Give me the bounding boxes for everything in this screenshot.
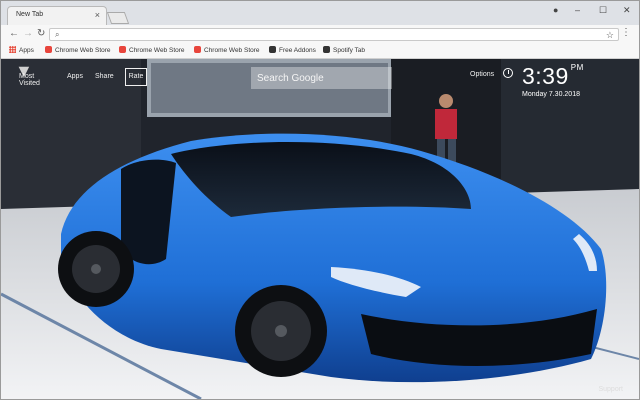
tab-new-tab[interactable]: New Tab × bbox=[7, 6, 107, 25]
bookmark-chrome-web-store-1[interactable]: Chrome Web Store bbox=[45, 46, 111, 55]
reload-icon[interactable]: ↻ bbox=[37, 28, 45, 40]
maximize-icon[interactable]: ☐ bbox=[599, 4, 607, 16]
address-bar[interactable]: ⌕ ☆ bbox=[49, 28, 619, 41]
minimize-icon[interactable]: – bbox=[575, 4, 580, 16]
bookmark-label: Chrome Web Store bbox=[129, 47, 185, 54]
chrome-web-store-icon bbox=[194, 46, 201, 53]
forward-icon[interactable]: → bbox=[23, 28, 33, 40]
bookmark-star-icon[interactable]: ☆ bbox=[606, 29, 614, 41]
background-car-photo bbox=[1, 59, 639, 399]
chrome-web-store-icon bbox=[119, 46, 126, 53]
bookmark-label: Chrome Web Store bbox=[55, 47, 111, 54]
profile-icon[interactable]: ● bbox=[553, 4, 558, 16]
apps-grid-icon bbox=[9, 46, 16, 53]
bookmark-apps[interactable]: Apps bbox=[9, 46, 34, 55]
support-link[interactable]: Support bbox=[598, 386, 623, 393]
chrome-web-store-icon bbox=[45, 46, 52, 53]
bookmark-spotify-tab[interactable]: Spotify Tab bbox=[323, 46, 365, 55]
browser-toolbar: ← → ↻ ⌕ ☆ ⋮ bbox=[1, 25, 639, 44]
close-window-icon[interactable]: ✕ bbox=[623, 4, 631, 16]
bookmark-label: Spotify Tab bbox=[333, 47, 366, 54]
options-link[interactable]: Options bbox=[470, 71, 494, 78]
search-icon: ⌕ bbox=[55, 30, 60, 39]
bookmark-free-addons[interactable]: Free Addons bbox=[269, 46, 316, 55]
tab-strip: New Tab × ● – ☐ ✕ bbox=[1, 1, 639, 25]
bookmark-label: Apps bbox=[19, 47, 34, 54]
search-input[interactable] bbox=[251, 67, 392, 89]
bookmark-chrome-web-store-3[interactable]: Chrome Web Store bbox=[194, 46, 260, 55]
clock-date: Monday 7.30.2018 bbox=[522, 91, 580, 98]
clock-icon bbox=[503, 68, 513, 78]
tab-title: New Tab bbox=[16, 11, 44, 18]
tab-close-icon[interactable]: × bbox=[95, 9, 100, 21]
back-icon[interactable]: ← bbox=[9, 28, 19, 40]
browser-window: New Tab × ● – ☐ ✕ ← → ↻ ⌕ ☆ ⋮ Apps Chrom… bbox=[0, 0, 640, 400]
spotify-tab-icon bbox=[323, 46, 330, 53]
menu-icon[interactable]: ⋮ bbox=[621, 27, 631, 39]
apps-link[interactable]: Apps bbox=[67, 73, 83, 80]
clock-time-value: 3:39 bbox=[522, 63, 569, 89]
most-visited-link[interactable]: Most Visited bbox=[19, 73, 40, 87]
new-tab-page: ▼ Most Visited Apps Share Rate Options 3… bbox=[1, 59, 639, 399]
bookmark-label: Free Addons bbox=[279, 47, 316, 54]
new-tab-button[interactable] bbox=[106, 12, 130, 24]
rate-button[interactable]: Rate bbox=[125, 68, 147, 86]
bookmark-chrome-web-store-2[interactable]: Chrome Web Store bbox=[119, 46, 185, 55]
bookmarks-bar: Apps Chrome Web Store Chrome Web Store C… bbox=[1, 44, 639, 59]
bookmark-label: Chrome Web Store bbox=[204, 47, 260, 54]
clock-ampm: PM bbox=[570, 63, 584, 72]
free-addons-icon bbox=[269, 46, 276, 53]
share-link[interactable]: Share bbox=[95, 73, 114, 80]
clock-time: 3:39 PM bbox=[522, 63, 584, 90]
